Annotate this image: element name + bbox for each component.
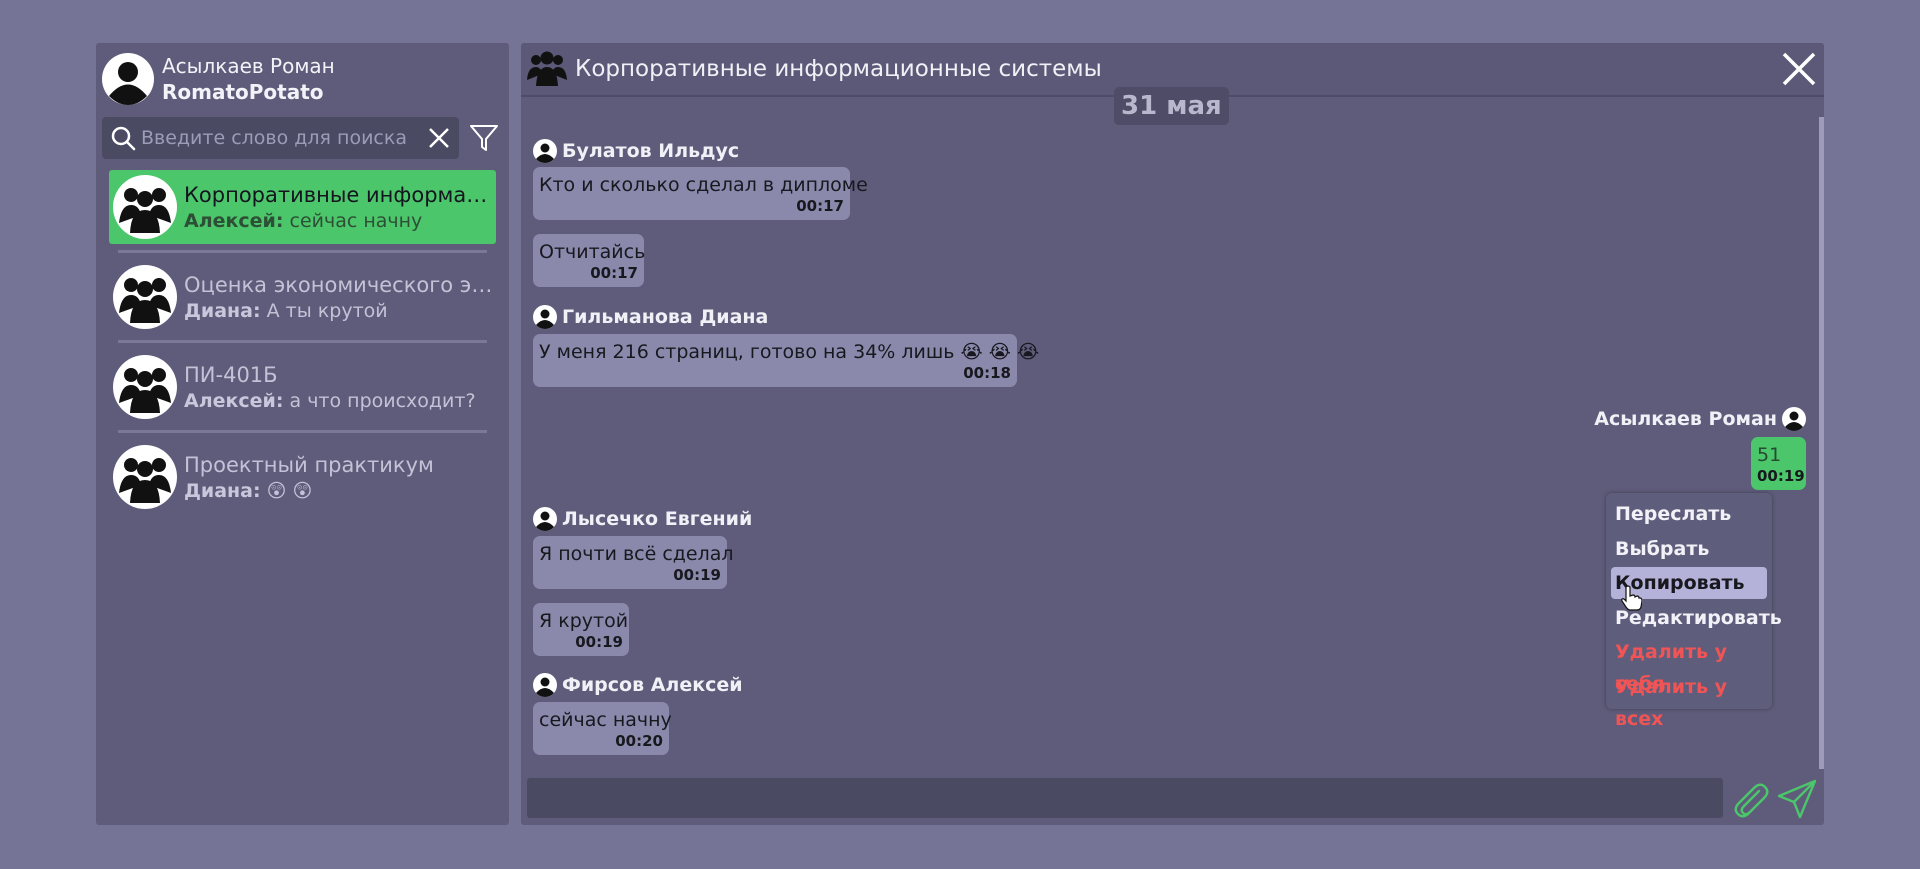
message-time: 00:19	[1757, 467, 1805, 485]
chat-title: Корпоративные информационные системы	[575, 56, 1102, 82]
group-avatar-icon	[113, 265, 177, 329]
chat-title: Проектный практикум	[184, 452, 434, 477]
last-message-text: а что происходит?	[283, 389, 476, 412]
chat-title: ПИ-401Б	[184, 362, 278, 387]
message-author: Лысечко Евгений	[533, 507, 752, 531]
author-name: Булатов Ильдус	[562, 140, 740, 162]
message-text: У меня 216 страниц, готово на 34% лишь 😭…	[539, 341, 1040, 363]
chat-sidebar: Асылкаев Роман RomatoPotato Введите слов…	[96, 43, 509, 825]
menu-item-delete-all[interactable]: Удалить у всех	[1611, 671, 1767, 730]
profile[interactable]: Асылкаев Роман RomatoPotato	[102, 51, 335, 107]
user-icon	[1782, 407, 1806, 431]
message-bubble[interactable]: сейчас начну 00:20	[533, 702, 672, 755]
hand-cursor-icon	[1621, 585, 1642, 611]
last-message-author: Диана:	[184, 299, 261, 322]
message-bubble[interactable]: У меня 216 страниц, готово на 34% лишь 😭…	[533, 334, 1040, 387]
author-name: Гильманова Диана	[562, 306, 769, 328]
message-author: Асылкаев Роман	[1594, 407, 1806, 431]
menu-item-forward[interactable]: Переслать	[1611, 498, 1767, 530]
chat-item-project-practicum[interactable]: Проектный практикум Диана: 😲 😲	[109, 440, 496, 514]
message-bubble[interactable]: Я крутой 00:19	[533, 603, 629, 656]
user-login: RomatoPotato	[162, 80, 324, 104]
message-bubble[interactable]: Отчитайсь 00:17	[533, 234, 646, 287]
chat-list: Корпоративные информаци... Алексей: сейч…	[109, 170, 496, 530]
user-avatar-icon	[102, 53, 154, 105]
message-author: Фирсов Алексей	[533, 673, 743, 697]
chat-item-corporate-is[interactable]: Корпоративные информаци... Алексей: сейч…	[109, 170, 496, 253]
message-text: Отчитайсь	[539, 241, 646, 263]
chat-item-pi-401b[interactable]: ПИ-401Б Алексей: а что происходит?	[109, 350, 496, 433]
message-text: Кто и сколько сделал в дипломе	[539, 174, 868, 196]
message-text: Я почти всё сделал	[539, 543, 734, 565]
send-icon[interactable]	[1776, 778, 1818, 820]
own-message-bubble[interactable]: 51 00:19	[1751, 437, 1806, 490]
message-author: Гильманова Диана	[533, 305, 768, 329]
group-avatar-icon	[113, 355, 177, 419]
message-time: 00:18	[963, 364, 1011, 382]
group-avatar-icon	[113, 175, 177, 239]
user-icon	[533, 305, 557, 329]
chat-item-economic-evaluation[interactable]: Оценка экономического эф... Диана: А ты …	[109, 260, 496, 343]
message-time: 00:19	[673, 566, 721, 584]
last-message-text: 😲 😲	[260, 479, 313, 502]
filter-icon[interactable]	[468, 122, 500, 154]
close-icon[interactable]	[1780, 50, 1818, 88]
search-icon	[111, 126, 136, 151]
divider	[118, 250, 487, 253]
paperclip-icon[interactable]	[1730, 780, 1770, 820]
author-name: Лысечко Евгений	[562, 508, 753, 530]
message-bubble[interactable]: Я почти всё сделал 00:19	[533, 536, 734, 589]
message-time: 00:19	[575, 633, 623, 651]
search-box	[102, 117, 459, 159]
divider	[118, 340, 487, 343]
message-time: 00:17	[796, 197, 844, 215]
last-message-text: А ты крутой	[260, 299, 388, 322]
last-message-text: сейчас начну	[283, 209, 423, 232]
search-input[interactable]	[141, 127, 427, 149]
chat-title: Корпоративные информаци...	[184, 182, 496, 207]
last-message-author: Диана:	[184, 479, 261, 502]
messages-scrollbar[interactable]	[1819, 117, 1824, 769]
message-text: 51	[1757, 444, 1782, 466]
message-bubble[interactable]: Кто и сколько сделал в дипломе 00:17	[533, 167, 868, 220]
divider	[118, 430, 487, 433]
user-icon	[533, 507, 557, 531]
group-icon	[527, 51, 567, 86]
user-icon	[533, 673, 557, 697]
message-time: 00:17	[590, 264, 638, 282]
clear-search-icon[interactable]	[427, 126, 451, 150]
chat-title: Оценка экономического эф...	[184, 272, 496, 297]
last-message-author: Алексей:	[184, 389, 284, 412]
menu-item-select[interactable]: Выбрать	[1611, 533, 1767, 565]
author-name: Фирсов Алексей	[562, 674, 743, 696]
group-avatar-icon	[113, 445, 177, 509]
menu-item-delete-self[interactable]: Удалить у себя	[1611, 636, 1767, 695]
author-name: Асылкаев Роман	[1594, 408, 1777, 430]
message-text: Я крутой	[539, 610, 629, 632]
date-separator: 31 мая	[1114, 87, 1229, 125]
message-time: 00:20	[615, 732, 663, 750]
message-author: Булатов Ильдус	[533, 139, 739, 163]
user-name: Асылкаев Роман	[162, 54, 335, 78]
message-text: сейчас начну	[539, 709, 672, 731]
user-icon	[533, 139, 557, 163]
last-message-author: Алексей:	[184, 209, 284, 232]
message-input[interactable]	[527, 778, 1723, 818]
